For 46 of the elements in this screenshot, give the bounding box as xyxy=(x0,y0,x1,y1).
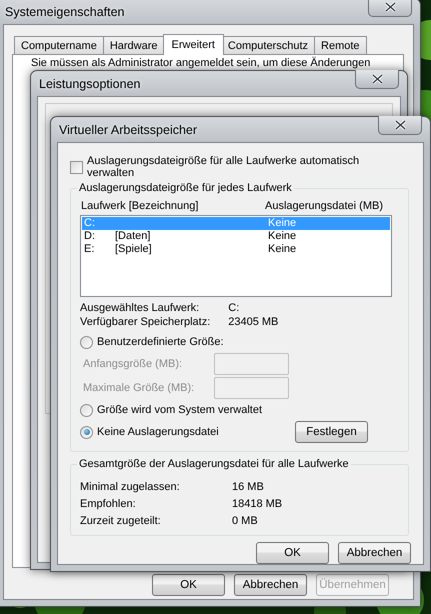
close-button[interactable] xyxy=(368,0,412,17)
radio-label: Keine Auslagerungsdatei xyxy=(97,426,219,438)
field-label: Verfügbarer Speicherplatz: xyxy=(80,316,210,328)
group-title: Auslagerungsdateigröße für jedes Laufwerk xyxy=(78,182,293,194)
field-value: 23405 MB xyxy=(228,316,280,328)
field-label: Zurzeit zugeteilt: xyxy=(80,515,162,527)
radio-button[interactable] xyxy=(80,426,93,438)
dialog-button[interactable]: Abbrechen xyxy=(234,574,307,596)
radio-label: Benutzerdefinierte Größe: xyxy=(97,336,224,348)
field-value: 18418 MB xyxy=(232,498,284,510)
dialog-button[interactable]: Abbrechen xyxy=(338,542,411,564)
radio-button[interactable] xyxy=(80,336,93,348)
tab[interactable]: Remote xyxy=(314,36,367,54)
close-icon xyxy=(372,74,382,84)
field-value: 16 MB xyxy=(232,481,265,493)
radio-label: Größe wird vom System verwaltet xyxy=(97,404,262,416)
column-header: Laufwerk [Bezeichnung] xyxy=(81,200,200,212)
field-label: Anfangsgröße (MB): xyxy=(83,358,184,370)
dialog-button[interactable]: OK xyxy=(152,574,225,596)
drive-row[interactable]: E: [Spiele] Keine xyxy=(82,243,390,256)
column-header: Auslagerungsdatei (MB) xyxy=(265,200,384,212)
group-title: Gesamtgröße der Auslagerungsdatei für alle Laufwerke xyxy=(78,458,350,470)
drive-row[interactable]: D: [Daten] Keine xyxy=(82,230,390,243)
notice-text: Sie müssen als Administrator angemeldet sein, um diese Änderungen xyxy=(31,57,372,69)
window-title: Leistungsoptionen xyxy=(38,76,140,90)
tab[interactable]: Computername xyxy=(14,36,104,54)
radio-button[interactable] xyxy=(80,404,93,416)
dialog-button[interactable]: OK xyxy=(256,542,329,564)
close-button[interactable] xyxy=(378,116,422,135)
window-title: Virtueller Arbeitsspeicher xyxy=(58,122,198,136)
tab[interactable]: Hardware xyxy=(102,36,165,54)
set-button[interactable]: Festlegen xyxy=(295,421,368,443)
field-label: Minimal zugelassen: xyxy=(80,481,181,493)
tab[interactable]: Erweitert xyxy=(162,34,224,55)
close-icon xyxy=(384,2,396,12)
close-icon xyxy=(394,120,406,130)
field-label: Maximale Größe (MB): xyxy=(83,382,196,394)
drive-list[interactable]: C: Keine D: [Daten] Keine E: [Spiele] Keine xyxy=(80,215,392,297)
checkbox[interactable] xyxy=(70,160,83,174)
checkbox-label: Auslagerungsdateigröße für alle Laufwerke automatisch verwalten xyxy=(87,155,360,179)
field-label: Ausgewähltes Laufwerk: xyxy=(80,302,200,314)
window-title: Systemeigenschaften xyxy=(4,4,125,18)
field-value: 0 MB xyxy=(232,515,259,527)
close-button[interactable] xyxy=(355,70,399,89)
field-label: Empfohlen: xyxy=(80,498,137,510)
field-value: C: xyxy=(228,302,240,314)
